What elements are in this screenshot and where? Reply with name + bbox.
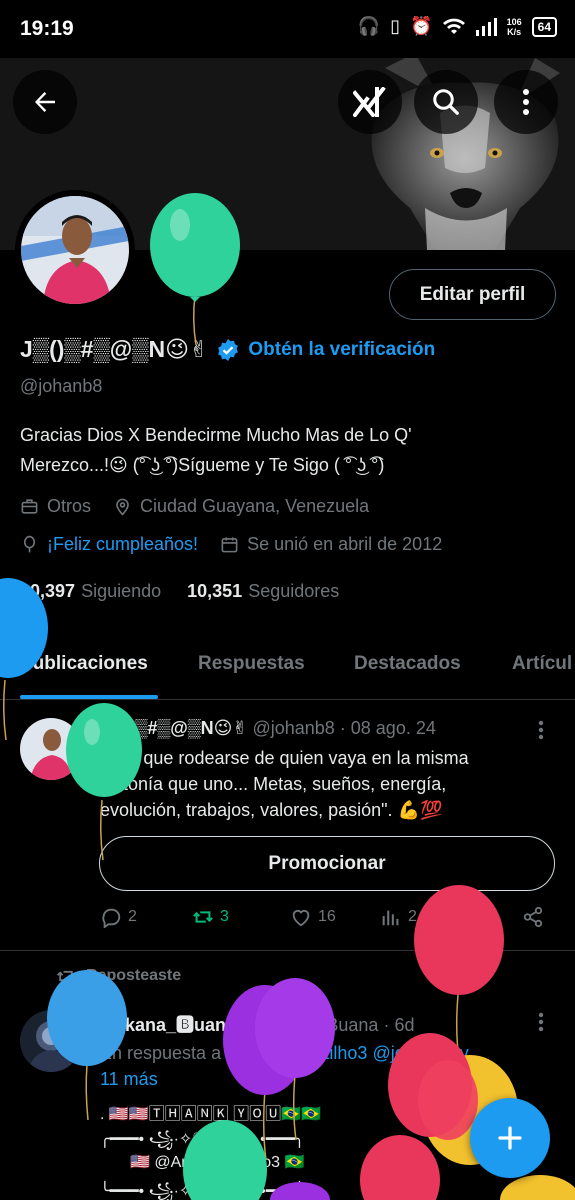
bio-line: Merezco...!😉 (͡° ͜ʖ ͡°)Sígueme y Te Sigo… bbox=[20, 455, 385, 475]
followers-link[interactable]: 10,351 Seguidores bbox=[187, 581, 339, 602]
post-text-line: . 🇺🇸🇺🇸🅃🄷🄰🄽🄺 🅈🄾🅄🇧🇷🇧🇷 bbox=[100, 1106, 322, 1123]
joined-item: Se unió en abril de 2012 bbox=[220, 534, 442, 555]
post-author-name[interactable]: 🅰rkana_🅱uana bbox=[100, 1015, 236, 1035]
post-actions: 2 3 16 2.3K bbox=[100, 906, 550, 936]
tab-replies[interactable]: Respuestas bbox=[198, 653, 305, 675]
signal-icon bbox=[475, 17, 497, 36]
tab-posts[interactable]: Publicaciones bbox=[20, 653, 148, 675]
balloon bbox=[360, 1135, 440, 1200]
category-item: Otros bbox=[20, 496, 91, 517]
tab-highlights[interactable]: Destacados bbox=[354, 653, 461, 675]
avatar-photo bbox=[20, 1010, 82, 1072]
post-author-name[interactable]: J▒()▒#▒@▒N😉✌ bbox=[100, 718, 247, 738]
post-text-line: ╰━━━• ꧁·✧♡·✧·꧂ •━━━╯ bbox=[100, 1183, 305, 1200]
reply-icon bbox=[102, 908, 121, 928]
profile-avatar[interactable] bbox=[15, 190, 135, 310]
views-button[interactable]: 2.3K bbox=[380, 906, 441, 928]
post-handle-date: @Arkana_Buana · 6d bbox=[241, 1015, 415, 1035]
search-button[interactable] bbox=[414, 70, 478, 134]
repost-icon bbox=[57, 970, 75, 982]
birthday-item[interactable]: ¡Feliz cumpleaños! bbox=[20, 534, 198, 555]
edit-profile-button[interactable]: Editar perfil bbox=[389, 269, 556, 320]
status-time: 19:19 bbox=[20, 17, 74, 40]
share-icon[interactable] bbox=[522, 906, 544, 928]
arrow-left-icon bbox=[35, 92, 55, 112]
bookmark-icon[interactable] bbox=[477, 906, 499, 928]
status-icons: 🎧 ▯ ⏰ 106 K/s 64 bbox=[358, 16, 557, 37]
post-header: 🅰rkana_🅱uana @Arkana_Buana · 6d bbox=[100, 1011, 414, 1037]
get-verified-link[interactable]: Obtén la verificación bbox=[248, 339, 435, 361]
post-more-icon[interactable] bbox=[538, 1012, 544, 1032]
post-handle-date: @johanb8 · 08 ago. 24 bbox=[252, 718, 436, 738]
profile-handle: @johanb8 bbox=[20, 376, 103, 396]
bio-line: Gracias Dios X Bendecirme Mucho Mas de L… bbox=[20, 425, 412, 445]
grok-button[interactable] bbox=[338, 70, 402, 134]
like-button[interactable]: 16 bbox=[290, 906, 336, 928]
back-button[interactable] bbox=[13, 70, 77, 134]
headphones-icon: 🎧 bbox=[357, 16, 381, 36]
views-icon bbox=[382, 910, 399, 926]
heart-icon bbox=[292, 910, 310, 927]
reply-context: En respuesta a @AndraCastilho3 @johanb8 … bbox=[100, 1043, 469, 1089]
search-icon bbox=[433, 89, 459, 115]
location-item: Ciudad Guayana, Venezuela bbox=[113, 496, 369, 517]
compose-post-button[interactable] bbox=[470, 1098, 550, 1178]
reply-mentions[interactable]: @AndraCastilho3 @johanb8 y bbox=[226, 1043, 469, 1063]
plus-icon bbox=[498, 1126, 522, 1150]
profile-bio: Gracias Dios X Bendecirme Mucho Mas de L… bbox=[20, 420, 550, 480]
post-text: "Hay que rodearse de quien vaya en la mi… bbox=[100, 748, 469, 820]
avatar-photo bbox=[21, 196, 129, 304]
profile-meta-row: ¡Feliz cumpleaños! Se unió en abril de 2… bbox=[20, 534, 456, 555]
following-link[interactable]: 10,397 Siguiendo bbox=[20, 581, 161, 602]
more-vertical-icon bbox=[523, 89, 529, 115]
promote-button[interactable]: Promocionar bbox=[99, 836, 555, 891]
wifi-icon bbox=[442, 18, 465, 34]
repost-button[interactable]: 3 bbox=[192, 906, 229, 928]
avatar-photo bbox=[20, 718, 82, 780]
verified-badge-icon bbox=[218, 338, 239, 361]
reposted-indicator: Reposteaste bbox=[56, 966, 181, 986]
post-more-icon[interactable] bbox=[538, 720, 544, 740]
xai-logo-icon bbox=[353, 87, 386, 117]
location-pin-icon bbox=[116, 498, 129, 516]
battery-indicator: 64 bbox=[531, 16, 557, 37]
repost-icon bbox=[193, 911, 213, 923]
tab-articles[interactable]: Artícul bbox=[512, 653, 572, 675]
post-author-avatar[interactable] bbox=[20, 1010, 82, 1072]
tab-active-indicator bbox=[20, 695, 158, 699]
network-speed: 106 K/s bbox=[506, 16, 522, 37]
reply-more-link[interactable]: 11 más bbox=[100, 1069, 158, 1089]
profile-tabs: Publicaciones Respuestas Destacados Artí… bbox=[0, 636, 575, 700]
balloon bbox=[500, 1175, 575, 1200]
post-text-line: 🇺🇸 @AndraCastilho3 🇧🇷 bbox=[130, 1154, 305, 1171]
balloon-icon bbox=[23, 535, 36, 553]
more-options-button[interactable] bbox=[494, 70, 558, 134]
post-divider bbox=[0, 950, 575, 951]
calendar-icon bbox=[221, 537, 238, 553]
name-row: J▒()▒#▒@▒N😉✌ Obtén la verificación bbox=[20, 336, 435, 363]
post-author-avatar[interactable] bbox=[20, 718, 82, 780]
display-name: J▒()▒#▒@▒N😉✌ bbox=[20, 336, 209, 362]
status-bar: 19:19 🎧 ▯ ⏰ 106 K/s 64 bbox=[0, 0, 575, 58]
profile-meta-row: Otros Ciudad Guayana, Venezuela bbox=[20, 496, 383, 517]
reply-button[interactable]: 2 bbox=[100, 906, 137, 928]
follow-stats: 10,397 Siguiendo 10,351 Seguidores bbox=[20, 581, 339, 602]
briefcase-icon bbox=[21, 499, 38, 514]
vibrate-icon: ▯ bbox=[390, 16, 401, 36]
post-header: J▒()▒#▒@▒N😉✌ @johanb8 · 08 ago. 24 bbox=[100, 718, 436, 739]
alarm-icon: ⏰ bbox=[410, 16, 433, 36]
